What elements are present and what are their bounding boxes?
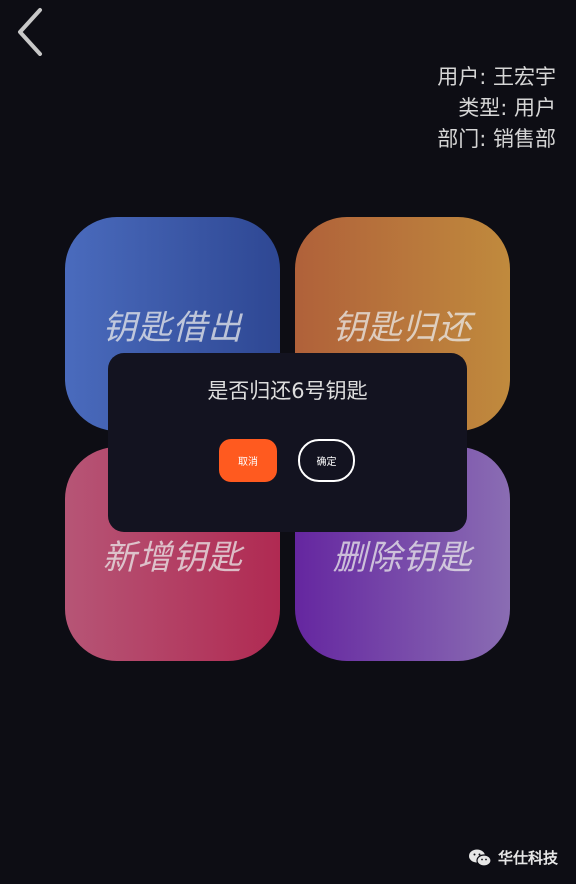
delete-key-label: 删除钥匙 (332, 537, 473, 578)
confirm-dialog: 是否归还6号钥匙 取消 确定 (108, 353, 467, 532)
return-key-label: 钥匙归还 (332, 307, 473, 348)
back-button[interactable] (12, 6, 52, 56)
cancel-button[interactable]: 取消 (219, 439, 277, 482)
user-name: 用户: 王宏宇 (437, 65, 556, 89)
watermark: 华仕科技 (468, 847, 558, 868)
page: 用户: 王宏宇 类型: 用户 部门: 销售部 钥匙借出 钥匙归还 新增钥匙 删除… (0, 0, 576, 884)
user-department: 部门: 销售部 (437, 127, 556, 151)
add-key-label: 新增钥匙 (102, 537, 243, 578)
user-type: 类型: 用户 (458, 96, 556, 120)
watermark-text: 华仕科技 (497, 849, 558, 867)
user-info: 用户: 王宏宇 类型: 用户 部门: 销售部 (437, 62, 556, 155)
borrow-key-label: 钥匙借出 (102, 307, 243, 348)
chevron-left-icon (18, 8, 42, 56)
dialog-message: 是否归还6号钥匙 (207, 379, 368, 403)
wechat-icon (468, 849, 492, 867)
confirm-button[interactable]: 确定 (298, 439, 355, 482)
